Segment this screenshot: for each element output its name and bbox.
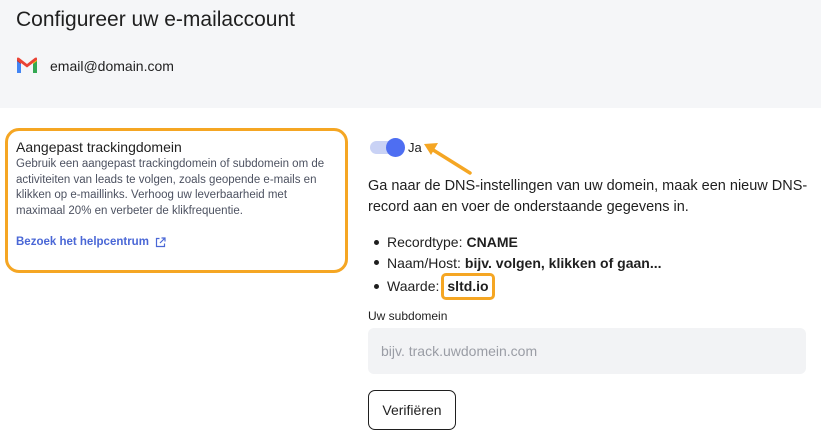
record-value-highlight: sltd.io [441, 273, 495, 300]
page-header: Configureer uw e-mailaccount email@domai… [0, 0, 821, 108]
page-title: Configureer uw e-mailaccount [16, 8, 295, 31]
record-host-value: bijv. volgen, klikken of gaan... [464, 254, 662, 271]
verify-button[interactable]: Verifiëren [368, 390, 456, 430]
pointer-arrow-icon [424, 143, 472, 175]
record-type-value: CNAME [466, 234, 518, 250]
gmail-icon [16, 57, 38, 74]
tracking-card-title: Aangepast trackingdomein [16, 139, 182, 155]
external-link-icon [155, 236, 166, 248]
record-type-label: Recordtype: [387, 234, 463, 250]
record-value-item: Waarde: sltd.io [368, 273, 662, 300]
record-value-label: Waarde: [387, 278, 440, 294]
record-host-item: Naam/Host: bijv. volgen, klikken of gaan… [368, 253, 662, 274]
bullet [374, 283, 379, 289]
help-center-link[interactable]: Bezoek het helpcentrum [16, 236, 166, 248]
record-type-item: Recordtype: CNAME [368, 232, 662, 253]
tracking-card-description: Gebruik een aangepast trackingdomein of … [16, 158, 325, 217]
toggle-thumb [386, 138, 405, 157]
help-center-link-label: Bezoek het helpcentrum [16, 236, 149, 248]
bullet [374, 239, 379, 245]
dns-instructions: Ga naar de DNS-instellingen van uw domei… [368, 178, 808, 215]
account-email: email@domain.com [50, 57, 174, 74]
account-row: email@domain.com [16, 57, 174, 74]
subdomain-label: Uw subdomein [368, 309, 448, 323]
bullet [374, 260, 379, 266]
subdomain-input[interactable] [368, 328, 806, 374]
record-host-label: Naam/Host: [387, 254, 461, 271]
tracking-domain-toggle[interactable] [370, 138, 405, 157]
dns-record-list: Recordtype: CNAME Naam/Host: bijv. volge… [368, 232, 662, 300]
